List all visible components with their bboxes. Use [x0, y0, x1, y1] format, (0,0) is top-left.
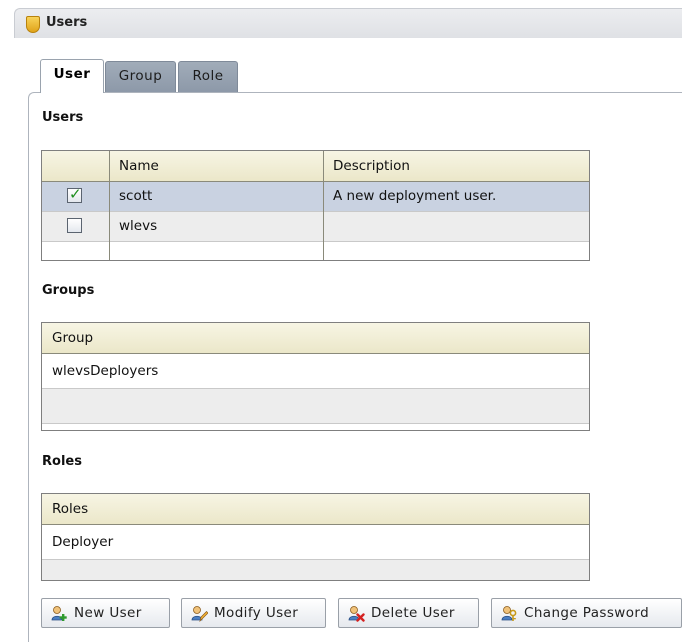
- tab-group[interactable]: Group: [105, 61, 176, 93]
- window-title-bar: Users: [14, 8, 682, 38]
- table-row[interactable]: ✓ scott A new deployment user.: [42, 182, 589, 212]
- users-heading: Users: [42, 110, 84, 125]
- groups-table-header: Group: [42, 323, 589, 354]
- change-password-label: Change Password: [524, 605, 650, 621]
- column-header-roles[interactable]: Roles: [42, 494, 88, 524]
- shield-icon: [26, 16, 40, 33]
- window-title: Users: [46, 15, 88, 30]
- modify-user-button[interactable]: Modify User: [181, 598, 326, 628]
- delete-user-button[interactable]: Delete User: [338, 598, 479, 628]
- list-item[interactable]: Deployer: [42, 525, 589, 560]
- user-name-cell: wlevs: [119, 218, 158, 234]
- users-table: Name Description ✓ scott A new deploymen…: [41, 150, 590, 261]
- modify-user-icon: [191, 605, 209, 622]
- delete-user-icon: [348, 605, 365, 622]
- column-divider: [109, 151, 110, 260]
- table-row[interactable]: wlevs: [42, 212, 589, 242]
- user-description-cell: A new deployment user.: [333, 188, 497, 204]
- new-user-icon: [51, 605, 68, 622]
- column-header-description[interactable]: Description: [323, 151, 589, 181]
- column-header-name[interactable]: Name: [109, 151, 323, 181]
- list-item[interactable]: [42, 389, 589, 424]
- tab-role[interactable]: Role: [178, 61, 238, 93]
- roles-table-header: Roles: [42, 494, 589, 525]
- checkbox-checked-icon[interactable]: ✓: [67, 185, 82, 203]
- list-item[interactable]: wlevsDeployers: [42, 354, 589, 389]
- column-header-group[interactable]: Group: [42, 323, 93, 353]
- roles-heading: Roles: [42, 454, 82, 469]
- delete-user-label: Delete User: [371, 605, 455, 621]
- column-divider: [323, 151, 324, 260]
- tab-user[interactable]: User: [40, 59, 104, 93]
- group-name-cell: wlevsDeployers: [52, 363, 159, 379]
- users-table-header: Name Description: [42, 151, 589, 182]
- roles-table: Roles Deployer: [41, 493, 590, 581]
- change-password-button[interactable]: Change Password: [491, 598, 682, 628]
- checkbox-empty-icon[interactable]: [67, 218, 82, 233]
- groups-table: Group wlevsDeployers: [41, 322, 590, 431]
- role-name-cell: Deployer: [52, 534, 114, 550]
- modify-user-label: Modify User: [214, 605, 299, 621]
- change-password-icon: [501, 605, 518, 622]
- groups-heading: Groups: [42, 283, 95, 298]
- new-user-label: New User: [74, 605, 142, 621]
- user-name-cell: scott: [119, 188, 153, 204]
- new-user-button[interactable]: New User: [41, 598, 170, 628]
- list-item[interactable]: [42, 560, 589, 580]
